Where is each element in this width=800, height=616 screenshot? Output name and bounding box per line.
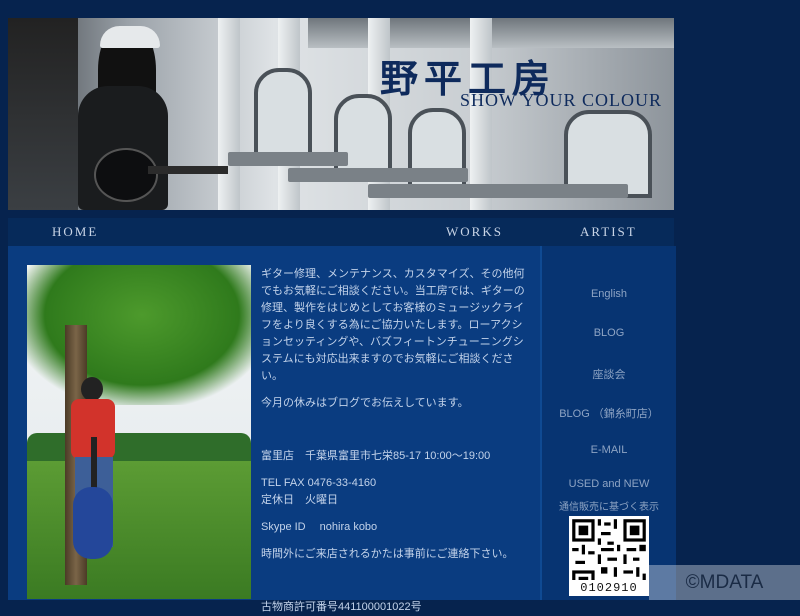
sidebar: English BLOG 座談会 BLOG （錦糸町店） E-MAIL USED… <box>540 246 676 600</box>
nav-artist[interactable]: ARTIST <box>580 224 637 240</box>
sidebar-link-used-new[interactable]: USED and NEW <box>542 478 676 490</box>
skype-id: Skype ID nohira kobo <box>261 521 378 533</box>
guitarist-hat <box>100 26 160 48</box>
banner-column <box>470 18 492 210</box>
main-nav: HOME WORKS ARTIST <box>8 218 674 246</box>
license-number: 古物商許可番号441100001022号 <box>261 601 422 613</box>
photo-grass <box>27 461 251 599</box>
sidebar-link-email[interactable]: E-MAIL <box>542 444 676 456</box>
sidebar-link-blog-branch[interactable]: BLOG （錦糸町店） <box>542 405 676 421</box>
guitar-body <box>73 487 113 559</box>
page-frame: 野平工房 SHOW YOUR COLOUR HOME WORKS ARTIST … <box>8 18 676 613</box>
photo-trees <box>27 433 251 461</box>
photo-person <box>67 377 127 559</box>
main-content: ギター修理、メンテナンス、カスタマイズ、その他何でもお気軽にご相談ください。当工… <box>8 246 540 613</box>
banner-guitarist <box>70 26 228 210</box>
banner-pew <box>288 168 468 182</box>
intro-text: ギター修理、メンテナンス、カスタマイズ、その他何でもお気軽にご相談ください。当工… <box>261 268 525 382</box>
banner-door <box>8 18 78 210</box>
banner-column <box>218 18 240 210</box>
banner-window <box>254 68 312 156</box>
guitarist-photo <box>27 265 251 599</box>
site-tagline: SHOW YOUR COLOUR <box>460 90 663 110</box>
banner-window <box>408 108 466 196</box>
sidebar-link-law[interactable]: 通信販売に基づく表示 <box>542 498 676 513</box>
sidebar-link-lecture[interactable]: 座談会 <box>542 366 676 382</box>
sidebar-link-english[interactable]: English <box>542 288 676 300</box>
person-head <box>81 377 103 401</box>
watermark: ©MDATA <box>649 565 800 600</box>
header-banner: 野平工房 SHOW YOUR COLOUR <box>8 18 674 210</box>
shop-closed-day: 定休日 火曜日 <box>261 494 338 506</box>
guitar-body <box>94 148 158 202</box>
nav-home[interactable]: HOME <box>52 224 98 240</box>
photo-canopy <box>27 265 251 405</box>
guitar-neck <box>148 166 228 174</box>
qr-code-number: 0102910 <box>569 580 649 596</box>
shop-phone: TEL FAX 0476-33-4160 <box>261 477 377 489</box>
visit-note: 時間外にご来店されるかたは事前にご連絡下さい。 <box>261 548 514 560</box>
holiday-note: 今月の休みはブログでお伝えしています。 <box>261 397 469 409</box>
nav-works[interactable]: WORKS <box>446 224 503 240</box>
banner-pew <box>368 184 628 198</box>
shop-address: 富里店 千葉県富里市七栄85-17 10:00～19:00 <box>261 450 491 462</box>
banner-pew <box>228 152 348 166</box>
sidebar-link-blog[interactable]: BLOG <box>542 327 676 339</box>
shop-info: ギター修理、メンテナンス、カスタマイズ、その他何でもお気軽にご相談ください。当工… <box>261 266 525 616</box>
